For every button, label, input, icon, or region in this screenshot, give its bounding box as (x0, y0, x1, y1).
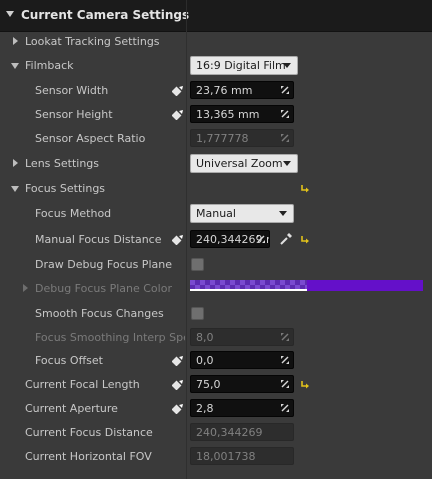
sensor-height-label: Sensor Height (35, 108, 113, 121)
draw-debug-focus-plane-checkbox[interactable] (191, 258, 204, 271)
smooth-focus-changes-checkbox[interactable] (191, 307, 204, 320)
row-current-horizontal-fov: Current Horizontal FOV 18,001738 (0, 445, 432, 469)
debug-focus-plane-color-swatch[interactable] (190, 280, 423, 291)
slider-arrows-icon[interactable] (280, 109, 290, 119)
panel-header[interactable]: Current Camera Settings (0, 0, 432, 32)
current-focus-distance-label: Current Focus Distance (25, 426, 153, 439)
slider-arrows-icon (280, 332, 290, 342)
keyframe-icon[interactable] (172, 85, 183, 96)
keyframe-icon[interactable] (172, 403, 183, 414)
current-horizontal-fov-field: 18,001738 (190, 447, 294, 465)
focus-settings-label: Focus Settings (25, 182, 106, 195)
current-horizontal-fov-label: Current Horizontal FOV (25, 450, 152, 463)
collapse-arrow-icon[interactable] (6, 11, 14, 17)
manual-focus-distance-label: Manual Focus Distance (35, 233, 162, 246)
row-focus-smoothing-interp-speed: Focus Smoothing Interp Speed 8,0 (0, 326, 432, 350)
lens-preset-value: Universal Zoom (196, 157, 283, 170)
filmback-preset-value: 16:9 Digital Film (196, 59, 286, 72)
row-current-aperture: Current Aperture 2,8 (0, 397, 432, 421)
slider-arrows-icon[interactable] (256, 234, 266, 244)
current-focal-length-input[interactable]: 75,0 (190, 375, 294, 393)
focus-smoothing-interp-speed-field: 8,0 (190, 328, 294, 346)
reset-to-default-icon[interactable] (300, 379, 310, 389)
sensor-height-value: 13,365 mm (196, 108, 260, 121)
lookat-tracking-label: Lookat Tracking Settings (25, 35, 160, 48)
slider-arrows-icon[interactable] (280, 355, 290, 365)
keyframe-icon[interactable] (172, 379, 183, 390)
row-focus-method: Focus Method Manual (0, 202, 432, 226)
alpha-bar (190, 289, 307, 291)
row-filmback[interactable]: Filmback 16:9 Digital Film (0, 54, 432, 78)
sensor-width-label: Sensor Width (35, 84, 109, 97)
sensor-aspect-ratio-label: Sensor Aspect Ratio (35, 132, 146, 145)
row-lookat-tracking[interactable]: Lookat Tracking Settings (0, 30, 432, 54)
expand-arrow-icon[interactable] (13, 159, 18, 167)
current-focal-length-value: 75,0 (196, 378, 221, 391)
current-horizontal-fov-value: 18,001738 (196, 450, 256, 463)
dropdown-arrow-icon (283, 63, 291, 68)
current-focus-distance-field: 240,344269 (190, 423, 294, 441)
filmback-preset-dropdown[interactable]: 16:9 Digital Film (190, 56, 298, 75)
focus-smoothing-interp-speed-label: Focus Smoothing Interp Speed (35, 331, 185, 344)
reset-to-default-icon[interactable] (300, 234, 310, 244)
draw-debug-focus-plane-label: Draw Debug Focus Plane (35, 258, 172, 271)
focus-smoothing-interp-speed-value: 8,0 (196, 331, 214, 344)
filmback-label: Filmback (25, 59, 74, 72)
slider-arrows-icon[interactable] (280, 403, 290, 413)
row-focus-settings[interactable]: Focus Settings (0, 177, 432, 201)
sensor-width-input[interactable]: 23,76 mm (190, 81, 294, 99)
row-lens-settings[interactable]: Lens Settings Universal Zoom (0, 152, 432, 176)
row-focus-offset: Focus Offset 0,0 (0, 349, 432, 373)
expand-arrow-icon[interactable] (23, 284, 28, 292)
keyframe-icon[interactable] (172, 109, 183, 120)
focus-offset-value: 0,0 (196, 354, 214, 367)
row-current-focal-length: Current Focal Length 75,0 (0, 373, 432, 397)
row-current-focus-distance: Current Focus Distance 240,344269 (0, 421, 432, 445)
sensor-height-input[interactable]: 13,365 mm (190, 105, 294, 123)
row-manual-focus-distance: Manual Focus Distance 240,344269 r (0, 228, 432, 252)
row-sensor-width: Sensor Width 23,76 mm (0, 79, 432, 103)
current-aperture-value: 2,8 (196, 402, 214, 415)
row-draw-debug-focus-plane: Draw Debug Focus Plane (0, 253, 432, 277)
lens-settings-label: Lens Settings (25, 157, 100, 170)
expand-arrow-icon[interactable] (13, 37, 18, 45)
sensor-aspect-ratio-value: 1,777778 (196, 132, 249, 145)
current-focal-length-label: Current Focal Length (25, 378, 140, 391)
slider-arrows-icon (280, 133, 290, 143)
current-aperture-label: Current Aperture (25, 402, 118, 415)
eyedropper-icon[interactable] (279, 232, 293, 246)
keyframe-icon[interactable] (172, 234, 183, 245)
collapse-arrow-icon[interactable] (11, 186, 19, 192)
lens-preset-dropdown[interactable]: Universal Zoom (190, 154, 298, 173)
current-focus-distance-value: 240,344269 (196, 426, 263, 439)
focus-offset-label: Focus Offset (35, 354, 103, 367)
focus-method-dropdown[interactable]: Manual (190, 204, 294, 223)
row-smooth-focus-changes: Smooth Focus Changes (0, 302, 432, 326)
manual-focus-distance-input[interactable]: 240,344269 r (190, 230, 270, 248)
current-aperture-input[interactable]: 2,8 (190, 399, 294, 417)
focus-method-value: Manual (196, 207, 236, 220)
header-divider (186, 0, 187, 31)
debug-focus-plane-color-label: Debug Focus Plane Color (35, 282, 172, 295)
sensor-width-value: 23,76 mm (196, 84, 253, 97)
dropdown-arrow-icon (283, 161, 291, 166)
slider-arrows-icon[interactable] (280, 379, 290, 389)
collapse-arrow-icon[interactable] (11, 63, 19, 69)
dropdown-arrow-icon (279, 211, 287, 216)
sensor-aspect-ratio-field: 1,777778 (190, 129, 294, 147)
focus-offset-input[interactable]: 0,0 (190, 351, 294, 369)
keyframe-icon[interactable] (172, 355, 183, 366)
focus-method-label: Focus Method (35, 207, 112, 220)
reset-to-default-icon[interactable] (300, 183, 310, 193)
row-sensor-aspect-ratio: Sensor Aspect Ratio 1,777778 (0, 127, 432, 151)
panel-title: Current Camera Settings (21, 8, 190, 22)
smooth-focus-changes-label: Smooth Focus Changes (35, 307, 164, 320)
row-debug-focus-plane-color: Debug Focus Plane Color (0, 277, 432, 301)
slider-arrows-icon[interactable] (280, 85, 290, 95)
row-sensor-height: Sensor Height 13,365 mm (0, 103, 432, 127)
